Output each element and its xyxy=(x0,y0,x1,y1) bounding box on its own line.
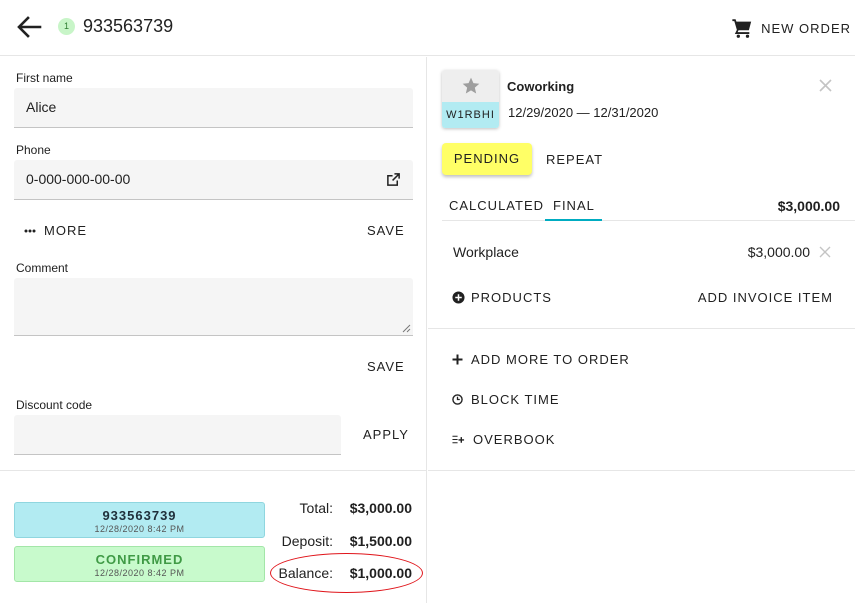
apply-discount-button[interactable]: APPLY xyxy=(363,427,409,442)
save-contact-button[interactable]: SAVE xyxy=(367,223,405,238)
phone-label: Phone xyxy=(16,143,51,157)
line-item-price: $3,000.00 xyxy=(747,244,810,260)
space-thumbnail[interactable]: W1RBHI xyxy=(442,70,499,128)
order-id-timestamp: 12/28/2020 8:42 PM xyxy=(94,524,185,534)
order-id-text: 933563739 xyxy=(102,508,177,523)
deposit-value: $1,500.00 xyxy=(349,533,412,549)
overbook-button[interactable]: OVERBOOK xyxy=(452,432,555,447)
add-more-to-order-label: ADD MORE TO ORDER xyxy=(471,352,630,367)
block-time-button[interactable]: BLOCK TIME xyxy=(452,392,560,407)
balance-highlight-ring xyxy=(270,553,423,593)
comment-textarea[interactable] xyxy=(14,278,413,336)
confirmed-status-timestamp: 12/28/2020 8:42 PM xyxy=(94,568,185,578)
block-time-label: BLOCK TIME xyxy=(471,392,560,407)
divider xyxy=(428,328,855,329)
clock-icon xyxy=(452,394,463,405)
order-count-badge: 1 xyxy=(58,18,75,35)
add-more-to-order-button[interactable]: ADD MORE TO ORDER xyxy=(452,352,630,367)
active-tab-indicator xyxy=(545,219,602,221)
phone-value: 0-000-000-00-00 xyxy=(26,171,131,187)
external-link-icon[interactable] xyxy=(386,172,401,187)
more-label: MORE xyxy=(44,223,87,238)
deposit-label: Deposit: xyxy=(281,533,333,549)
total-label: Total: xyxy=(299,500,333,516)
resize-grip-icon[interactable] xyxy=(402,324,411,333)
remove-line-item-icon[interactable] xyxy=(819,246,831,258)
comment-label: Comment xyxy=(16,261,69,275)
pending-status-button[interactable]: PENDING xyxy=(442,143,532,175)
new-order-label: NEW ORDER xyxy=(761,20,851,36)
more-dots-icon xyxy=(24,229,36,232)
add-invoice-item-button[interactable]: ADD INVOICE ITEM xyxy=(698,290,833,305)
divider xyxy=(428,470,855,471)
order-number-title: 933563739 xyxy=(83,16,174,36)
save-comment-button[interactable]: SAVE xyxy=(367,359,405,374)
overbook-label: OVERBOOK xyxy=(473,432,556,447)
close-icon[interactable] xyxy=(819,79,832,92)
confirmed-status-text: CONFIRMED xyxy=(95,552,184,567)
divider xyxy=(0,470,427,471)
discount-code-label: Discount code xyxy=(16,398,93,412)
tabs-divider xyxy=(442,220,855,221)
discount-code-field[interactable] xyxy=(14,415,341,455)
space-name: Coworking xyxy=(507,79,575,94)
order-id-card: 933563739 12/28/2020 8:42 PM xyxy=(14,502,265,538)
confirmed-status-card: CONFIRMED 12/28/2020 8:42 PM xyxy=(14,546,265,582)
arrow-back-icon xyxy=(17,16,42,38)
phone-field[interactable]: 0-000-000-00-00 xyxy=(14,160,413,200)
products-button[interactable]: PRODUCTS xyxy=(452,290,552,305)
tab-total-value: $3,000.00 xyxy=(777,198,840,214)
new-order-button[interactable]: NEW ORDER xyxy=(731,16,851,40)
top-bar: 1 933563739 NEW ORDER xyxy=(0,0,855,56)
add-circle-icon xyxy=(452,291,465,304)
repeat-button[interactable]: REPEAT xyxy=(546,152,603,167)
more-button[interactable]: MORE xyxy=(24,223,87,238)
first-name-label: First name xyxy=(16,71,73,85)
plus-icon xyxy=(452,354,463,365)
first-name-value: Alice xyxy=(26,99,57,115)
space-code: W1RBHI xyxy=(442,102,499,128)
overbook-icon xyxy=(452,435,465,444)
customer-panel: First name Alice Phone 0-000-000-00-00 M… xyxy=(0,57,427,603)
booking-dates: 12/29/2020 — 12/31/2020 xyxy=(508,105,659,120)
star-icon xyxy=(462,77,479,94)
tab-calculated[interactable]: CALCULATED xyxy=(449,198,544,213)
products-label: PRODUCTS xyxy=(471,290,552,305)
back-button[interactable] xyxy=(14,14,44,40)
tab-final[interactable]: FINAL xyxy=(553,198,595,213)
booking-panel: W1RBHI Coworking 12/29/2020 — 12/31/2020… xyxy=(428,57,855,603)
first-name-field[interactable]: Alice xyxy=(14,88,413,128)
line-item-name: Workplace xyxy=(453,244,519,260)
thumbnail-image xyxy=(442,70,499,102)
cart-icon xyxy=(732,19,752,38)
total-value: $3,000.00 xyxy=(349,500,412,516)
